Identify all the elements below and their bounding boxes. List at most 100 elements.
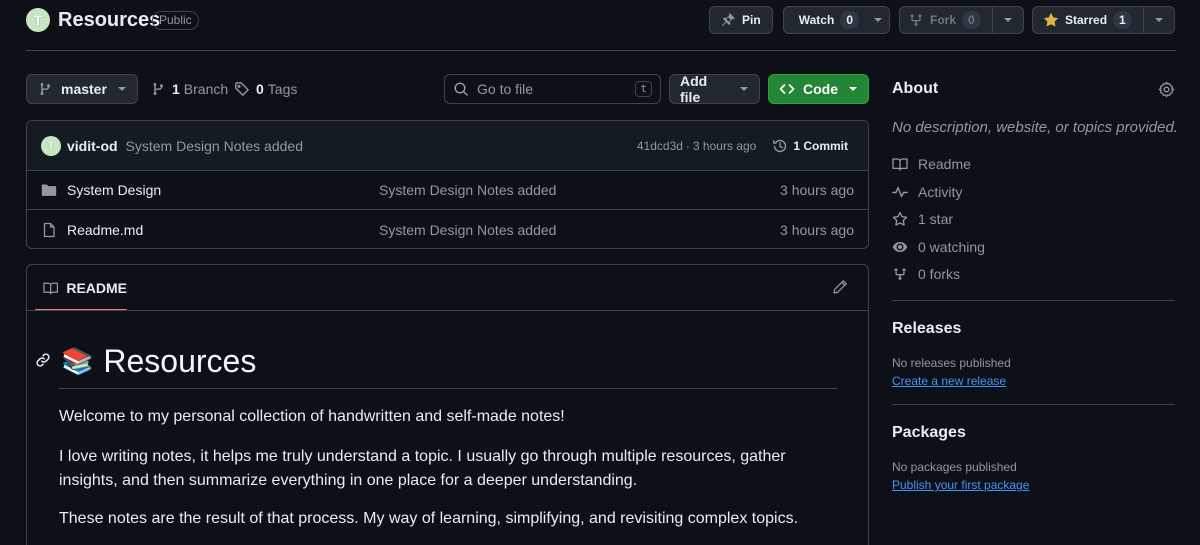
branch-icon	[40, 83, 50, 96]
caret-down-icon	[1004, 18, 1012, 22]
pin-button[interactable]: Pin	[709, 6, 773, 34]
star-filled-icon	[1043, 12, 1059, 27]
heading-rule	[59, 388, 837, 389]
watch-label: Watch	[798, 13, 835, 27]
sidebar-item-label: 1 star	[918, 211, 954, 227]
branches-link[interactable]: 1 Branch	[150, 81, 228, 97]
create-release-link[interactable]: Create a new release	[892, 374, 1006, 388]
sidebar-divider	[892, 300, 1175, 301]
repo-owner-avatar[interactable]: T	[26, 8, 50, 32]
heading-anchor-link[interactable]	[35, 352, 51, 368]
watch-button[interactable]: Watch 0	[783, 6, 890, 34]
star-icon	[892, 211, 908, 226]
add-file-label: Add file	[680, 73, 708, 105]
star-label: Starred	[1065, 13, 1108, 27]
sidebar-item-activity[interactable]: Activity	[892, 184, 962, 200]
tags-label: Tags	[267, 81, 298, 97]
header-divider	[26, 50, 1176, 51]
branch-selector[interactable]: master	[26, 74, 138, 104]
readme-tab[interactable]: README	[35, 265, 127, 310]
tag-icon	[235, 82, 250, 97]
commit-separator: ·	[685, 138, 690, 153]
tags-count: 0	[256, 81, 264, 97]
file-name[interactable]: System Design	[67, 182, 379, 198]
sidebar-divider	[892, 404, 1175, 405]
readme-tab-label: README	[66, 279, 127, 296]
fork-icon	[894, 268, 906, 280]
about-description: No description, website, or topics provi…	[892, 119, 1178, 136]
fork-count: 0	[962, 11, 981, 29]
file-updated-time: 3 hours ago	[780, 182, 854, 198]
sidebar-item-label: Readme	[918, 156, 971, 172]
caret-down-icon	[849, 87, 857, 91]
star-count: 1	[1113, 11, 1132, 29]
branches-label: Branch	[183, 81, 229, 97]
go-to-file-input[interactable]: Go to file t	[444, 74, 661, 104]
fork-dropdown[interactable]	[993, 7, 1023, 33]
sidebar-item-readme[interactable]: Readme	[892, 156, 971, 172]
about-settings-button[interactable]	[1158, 81, 1175, 98]
branch-icon	[153, 83, 163, 96]
star-dropdown[interactable]	[1144, 7, 1174, 33]
star-button[interactable]: Starred 1	[1032, 6, 1175, 34]
commits-link[interactable]: 1 Commit	[772, 138, 848, 154]
repo-title[interactable]: Resources	[58, 7, 160, 33]
caret-down-icon	[740, 87, 748, 91]
table-row[interactable]: Readme.md System Design Notes added 3 ho…	[27, 210, 868, 248]
publish-package-link[interactable]: Publish your first package	[892, 478, 1029, 492]
sidebar-item-label: 0 watching	[918, 239, 985, 255]
commit-message[interactable]: System Design Notes added	[126, 138, 637, 154]
readme-paragraph: I love writing notes, it helps me truly …	[59, 448, 786, 489]
table-row[interactable]: System Design System Design Notes added …	[27, 171, 868, 210]
commit-author[interactable]: vidit-od	[67, 138, 118, 154]
file-name[interactable]: Readme.md	[67, 222, 379, 238]
branches-count: 1	[172, 81, 180, 97]
visibility-badge: Public	[152, 11, 199, 30]
releases-empty-text: No releases published	[892, 356, 1011, 370]
branch-name: master	[61, 81, 107, 97]
sidebar-item-label: 0 forks	[918, 266, 961, 282]
fork-icon	[910, 14, 922, 26]
releases-title[interactable]: Releases	[892, 320, 961, 338]
fork-label: Fork	[930, 13, 957, 27]
pin-icon	[722, 13, 735, 26]
edit-readme-button[interactable]	[832, 279, 848, 295]
watch-dropdown[interactable]	[867, 7, 889, 33]
pin-label: Pin	[742, 13, 761, 27]
caret-down-icon	[874, 18, 882, 22]
readme-panel: README 📚 Resources Welcome to my persona…	[26, 264, 869, 545]
add-file-button[interactable]: Add file	[669, 73, 760, 105]
eye-icon	[892, 242, 908, 252]
watch-count: 0	[840, 11, 859, 29]
readme-heading-text: Resources	[103, 343, 257, 379]
file-list: T vidit-od System Design Notes added 41d…	[26, 120, 869, 249]
code-icon	[779, 84, 795, 94]
sidebar-item-forks[interactable]: 0 forks	[892, 266, 960, 282]
packages-title[interactable]: Packages	[892, 424, 966, 442]
readme-heading: 📚 Resources	[61, 341, 256, 381]
search-icon	[454, 82, 468, 96]
sidebar-item-label: Activity	[918, 184, 963, 200]
book-icon	[43, 282, 58, 294]
search-shortcut-hint: t	[635, 81, 652, 97]
commit-hash[interactable]: 41dcd3d	[637, 139, 683, 153]
avatar-letter: T	[47, 139, 55, 152]
readme-paragraph: Welcome to my personal collection of han…	[59, 408, 565, 425]
fork-button[interactable]: Fork 0	[899, 6, 1024, 34]
link-icon	[36, 353, 50, 367]
commit-time: 3 hours ago	[692, 138, 757, 153]
file-icon	[43, 222, 55, 237]
latest-commit-bar: T vidit-od System Design Notes added 41d…	[27, 121, 868, 171]
code-button[interactable]: Code	[768, 74, 869, 104]
eye-icon	[792, 19, 793, 21]
file-commit-message[interactable]: System Design Notes added	[379, 222, 780, 238]
history-icon	[773, 139, 787, 152]
sidebar-item-watching[interactable]: 0 watching	[892, 239, 985, 255]
avatar-letter: T	[33, 12, 43, 28]
sidebar-item-stars[interactable]: 1 star	[892, 211, 953, 227]
file-commit-message[interactable]: System Design Notes added	[379, 182, 780, 198]
pencil-icon	[833, 280, 847, 294]
tags-link[interactable]: 0 Tags	[234, 81, 297, 97]
gear-icon	[1158, 81, 1175, 98]
commit-author-avatar[interactable]: T	[41, 135, 61, 156]
